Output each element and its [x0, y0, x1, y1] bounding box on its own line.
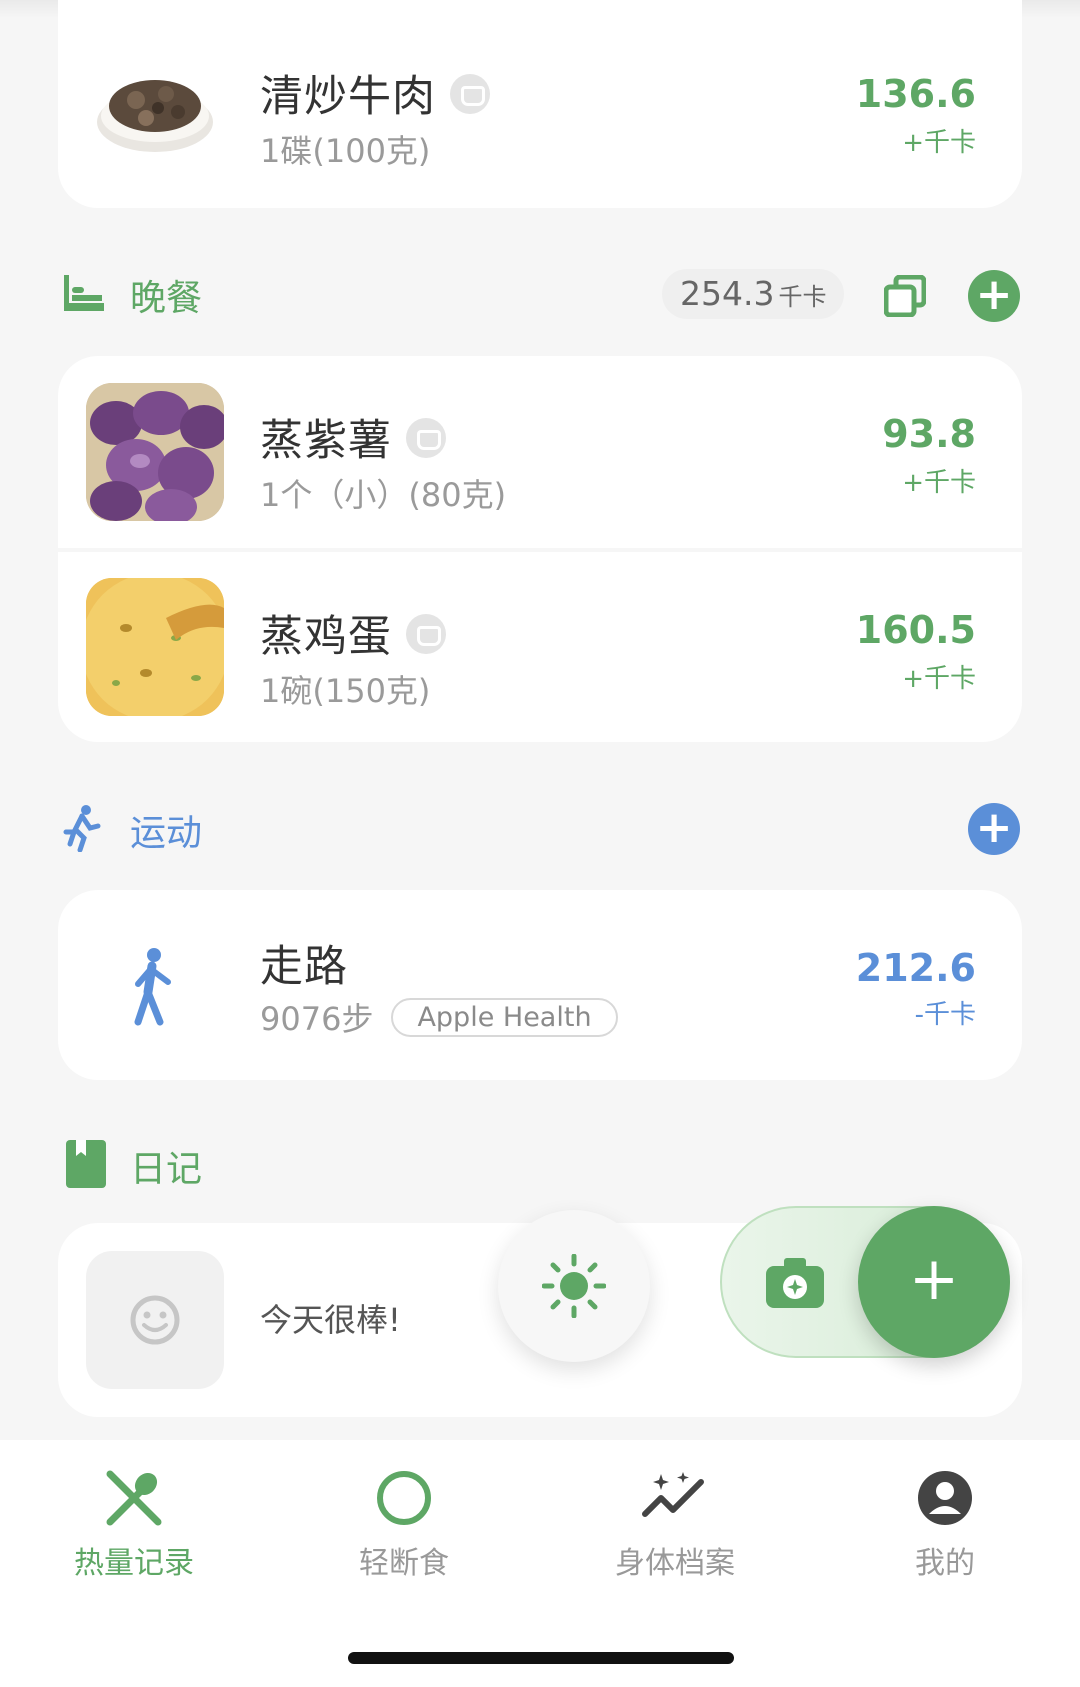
user-avatar-icon	[915, 1471, 975, 1530]
dinner-title: 晚餐	[130, 278, 203, 319]
exercise-title: 运动	[130, 813, 203, 854]
food-kcal-unit: +千卡	[902, 128, 976, 158]
mood-box[interactable]	[86, 1251, 224, 1389]
walking-icon	[124, 946, 180, 1030]
home-indicator	[348, 1652, 734, 1664]
food-kcal: 160.5	[855, 608, 976, 652]
sparkle-chart-icon	[641, 1472, 709, 1530]
running-icon	[62, 804, 102, 856]
lunch-card: 清炒牛肉 1碟(100克) 136.6 +千卡	[58, 0, 1022, 208]
diary-title: 日记	[130, 1149, 203, 1190]
scale-icon	[450, 73, 490, 114]
weather-button[interactable]	[498, 1210, 650, 1362]
diary-book-icon	[66, 1140, 106, 1192]
exercise-kcal: 212.6	[855, 946, 976, 990]
tab-body-profile[interactable]: 身体档案	[575, 1470, 775, 1582]
plus-icon: +	[908, 1244, 960, 1314]
smiley-icon	[129, 1294, 181, 1350]
tab-label: 轻断食	[359, 1546, 449, 1581]
food-kcal-unit: +千卡	[902, 664, 976, 694]
exercise-card: 走路 9076步 Apple Health 212.6 -千卡	[58, 890, 1022, 1080]
bottom-tab-bar: 热量记录 轻断食 身体档案 我的	[0, 1440, 1080, 1687]
tab-calorie-record[interactable]: 热量记录	[34, 1470, 234, 1582]
add-record-fab[interactable]: +	[858, 1206, 1010, 1358]
dinner-icon	[62, 273, 106, 317]
food-name: 清炒牛肉	[260, 62, 490, 124]
sun-icon	[541, 1253, 607, 1322]
food-name: 蒸紫薯	[260, 406, 446, 468]
camera-icon	[766, 1256, 824, 1312]
food-kcal: 136.6	[855, 72, 976, 116]
food-portion: 1碟(100克)	[260, 132, 431, 170]
add-exercise-button[interactable]: +	[968, 803, 1020, 855]
tab-fasting[interactable]: 轻断食	[304, 1470, 504, 1582]
exercise-steps: 9076步	[260, 1000, 374, 1038]
fork-spoon-icon	[104, 1470, 164, 1530]
food-row[interactable]: 清炒牛肉 1碟(100克) 136.6 +千卡	[58, 0, 1022, 208]
food-row[interactable]: 蒸紫薯 1个（小）(80克) 93.8 +千卡	[58, 356, 1022, 548]
ring-icon	[374, 1471, 434, 1530]
food-kcal: 93.8	[882, 412, 976, 456]
exercise-detail: 9076步 Apple Health	[260, 994, 618, 1041]
diary-header: 日记	[62, 1136, 1026, 1196]
add-dinner-button[interactable]: +	[968, 270, 1020, 322]
dinner-header: 晚餐 254.3 千卡 +	[62, 265, 1026, 325]
source-badge: Apple Health	[391, 998, 618, 1037]
dinner-card: 蒸紫薯 1个（小）(80克) 93.8 +千卡 蒸鸡蛋 1碗(150克) 160…	[58, 356, 1022, 742]
food-portion: 1碗(150克)	[260, 672, 431, 710]
food-name: 蒸鸡蛋	[260, 602, 446, 664]
tab-mine[interactable]: 我的	[845, 1470, 1045, 1582]
food-image-beef	[86, 34, 224, 172]
tab-label: 身体档案	[615, 1546, 735, 1581]
scale-icon	[406, 613, 446, 654]
food-kcal-unit: +千卡	[902, 468, 976, 498]
food-row[interactable]: 蒸鸡蛋 1碗(150克) 160.5 +千卡	[58, 552, 1022, 742]
exercise-name: 走路	[260, 942, 348, 992]
tab-label: 我的	[915, 1546, 975, 1581]
tab-label: 热量记录	[74, 1546, 194, 1581]
food-image-purple-sweet-potato	[86, 383, 224, 521]
exercise-header: 运动 +	[62, 800, 1026, 860]
dinner-total-badge: 254.3 千卡	[662, 269, 845, 319]
food-portion: 1个（小）(80克)	[260, 476, 507, 514]
copy-icon[interactable]	[883, 274, 927, 321]
scale-icon	[406, 417, 446, 458]
exercise-kcal-unit: -千卡	[914, 1000, 976, 1030]
diary-text: 今天很棒!	[260, 1301, 401, 1339]
food-image-steamed-egg	[86, 578, 224, 716]
exercise-row[interactable]: 走路 9076步 Apple Health 212.6 -千卡	[58, 890, 1022, 1080]
